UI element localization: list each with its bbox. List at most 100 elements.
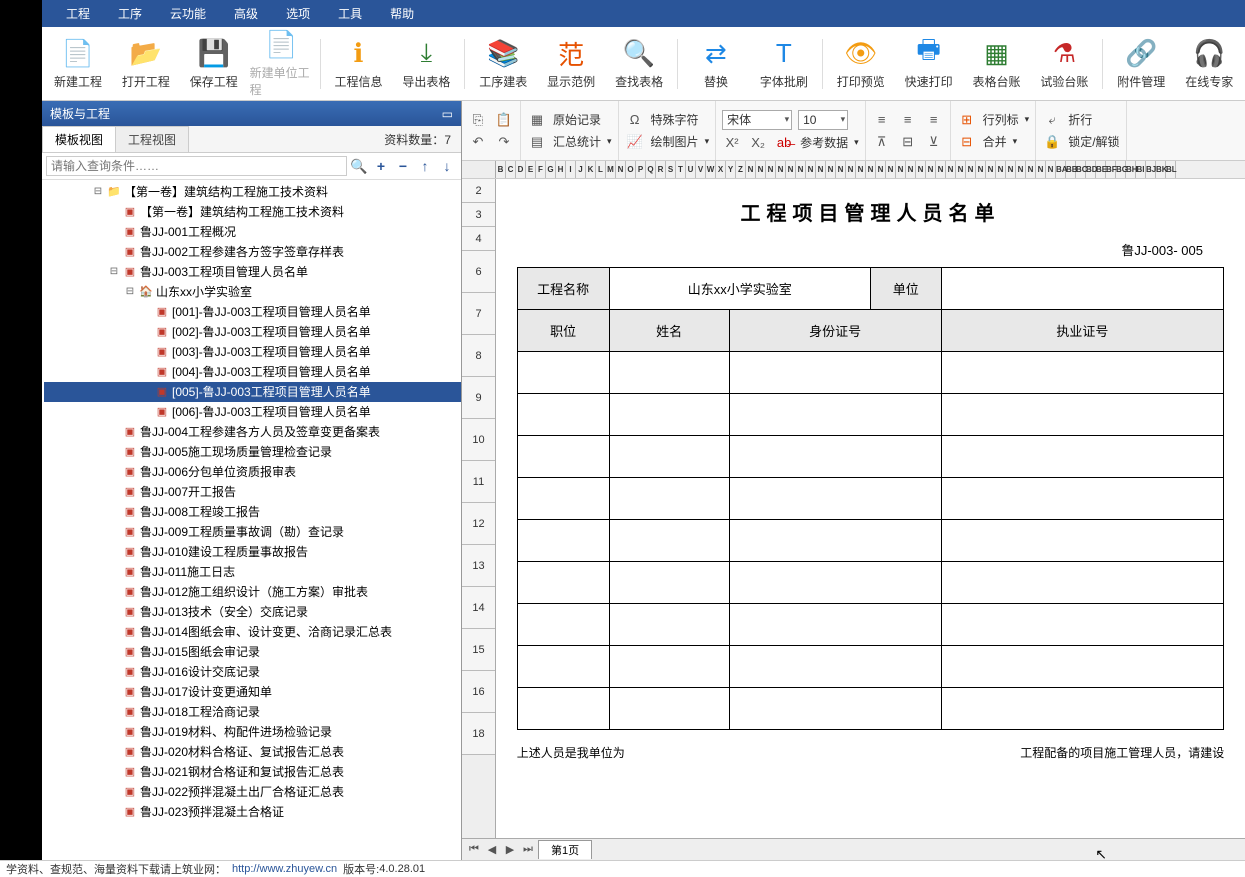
chart-icon[interactable]: 📈 bbox=[625, 133, 645, 151]
cell-project-value[interactable]: 山东xx小学实验室 bbox=[609, 268, 870, 310]
align-center-icon[interactable]: ≡ bbox=[898, 111, 918, 129]
tab-template-view[interactable]: 模板视图 bbox=[42, 126, 116, 152]
ribbon-打印预览[interactable]: 👁打印预览 bbox=[829, 33, 893, 95]
ribbon-附件管理[interactable]: 🔗附件管理 bbox=[1109, 33, 1173, 95]
lock-icon[interactable]: 🔒 bbox=[1042, 133, 1062, 151]
draw-button[interactable]: 绘制图片 bbox=[651, 133, 699, 150]
tree-item[interactable]: ⊟▣鲁JJ-003工程项目管理人员名单 bbox=[44, 262, 461, 282]
subscript-icon[interactable]: X₂ bbox=[748, 134, 768, 152]
wrap-button[interactable]: 折行 bbox=[1068, 111, 1092, 128]
tree-item[interactable]: ▣鲁JJ-013技术（安全）交底记录 bbox=[44, 602, 461, 622]
tree-item[interactable]: ▣鲁JJ-002工程参建各方签字签章存样表 bbox=[44, 242, 461, 262]
undo-icon[interactable]: ↶ bbox=[468, 133, 488, 151]
doc-table[interactable]: 工程名称 山东xx小学实验室 单位 职位 姓名 身份证号 执业证号 bbox=[517, 267, 1225, 730]
tree-item[interactable]: ▣鲁JJ-014图纸会审、设计变更、洽商记录汇总表 bbox=[44, 622, 461, 642]
summary-icon[interactable]: ▤ bbox=[527, 133, 547, 151]
wrap-icon[interactable]: ⤶ bbox=[1042, 111, 1062, 129]
tree-item[interactable]: ▣鲁JJ-006分包单位资质报审表 bbox=[44, 462, 461, 482]
tree-item[interactable]: ▣鲁JJ-008工程竣工报告 bbox=[44, 502, 461, 522]
valign-top-icon[interactable]: ⊼ bbox=[872, 133, 892, 151]
add-icon[interactable]: + bbox=[371, 158, 391, 174]
tree-item[interactable]: ▣鲁JJ-019材料、构配件进场检验记录 bbox=[44, 722, 461, 742]
font-combo[interactable]: 宋体 bbox=[722, 110, 792, 130]
lock-button[interactable]: 锁定/解锁 bbox=[1068, 133, 1119, 150]
superscript-icon[interactable]: X² bbox=[722, 134, 742, 152]
menu-高级[interactable]: 高级 bbox=[220, 5, 272, 22]
special-char-button[interactable]: 特殊字符 bbox=[651, 111, 699, 128]
tab-first-icon[interactable]: ⏮ bbox=[466, 843, 482, 856]
tree-item[interactable]: ▣[001]-鲁JJ-003工程项目管理人员名单 bbox=[44, 302, 461, 322]
tree-item[interactable]: ▣鲁JJ-015图纸会审记录 bbox=[44, 642, 461, 662]
ribbon-显示范例[interactable]: 范显示范例 bbox=[539, 33, 603, 95]
tree-item[interactable]: ▣鲁JJ-018工程洽商记录 bbox=[44, 702, 461, 722]
ribbon-查找表格[interactable]: 🔍查找表格 bbox=[607, 33, 671, 95]
up-icon[interactable]: ↑ bbox=[415, 158, 435, 174]
tab-next-icon[interactable]: ▶ bbox=[502, 843, 518, 856]
rowcol-icon[interactable]: ⊞ bbox=[957, 111, 977, 129]
ribbon-导出表格[interactable]: ⤓导出表格 bbox=[394, 33, 458, 95]
down-icon[interactable]: ↓ bbox=[437, 158, 457, 174]
ribbon-保存工程[interactable]: 💾保存工程 bbox=[182, 33, 246, 95]
tree-item[interactable]: ▣鲁JJ-020材料合格证、复试报告汇总表 bbox=[44, 742, 461, 762]
ribbon-新建工程[interactable]: 📄新建工程 bbox=[46, 33, 110, 95]
panel-collapse-icon[interactable]: ▭ bbox=[442, 107, 453, 121]
tree-view[interactable]: ⊟📁【第一卷】建筑结构工程施工技术资料▣【第一卷】建筑结构工程施工技术资料 ▣鲁J… bbox=[42, 180, 461, 860]
ribbon-替换[interactable]: ⇄替换 bbox=[684, 33, 748, 95]
ribbon-工序建表[interactable]: 📚工序建表 bbox=[471, 33, 535, 95]
ribbon-试验台账[interactable]: ⚗试验台账 bbox=[1032, 33, 1096, 95]
ribbon-工程信息[interactable]: ℹ工程信息 bbox=[327, 33, 391, 95]
ribbon-在线专家[interactable]: 🎧在线专家 bbox=[1177, 33, 1241, 95]
paste-icon[interactable]: 📋 bbox=[494, 111, 514, 129]
expand-icon[interactable]: ⊟ bbox=[92, 183, 104, 201]
align-right-icon[interactable]: ≡ bbox=[924, 111, 944, 129]
tree-item[interactable]: ⊟🏠山东xx小学实验室 bbox=[44, 282, 461, 302]
menu-工具[interactable]: 工具 bbox=[324, 5, 376, 22]
tree-item[interactable]: ⊟📁【第一卷】建筑结构工程施工技术资料 bbox=[44, 182, 461, 202]
tree-item[interactable]: ▣鲁JJ-004工程参建各方人员及签章变更备案表 bbox=[44, 422, 461, 442]
menu-选项[interactable]: 选项 bbox=[272, 5, 324, 22]
search-input[interactable] bbox=[46, 156, 347, 176]
ribbon-字体批刷[interactable]: T字体批刷 bbox=[752, 33, 816, 95]
tree-item[interactable]: ▣鲁JJ-005施工现场质量管理检查记录 bbox=[44, 442, 461, 462]
record-icon[interactable]: ▦ bbox=[527, 111, 547, 129]
tree-item[interactable]: ▣鲁JJ-011施工日志 bbox=[44, 562, 461, 582]
summary-button[interactable]: 汇总统计 bbox=[553, 133, 601, 150]
tree-item[interactable]: ▣鲁JJ-023预拌混凝土合格证 bbox=[44, 802, 461, 822]
tree-item[interactable]: ▣鲁JJ-017设计变更通知单 bbox=[44, 682, 461, 702]
tab-prev-icon[interactable]: ◀ bbox=[484, 843, 500, 856]
expand-icon[interactable]: ⊟ bbox=[108, 263, 120, 281]
ref-data-button[interactable]: 参考数据 bbox=[800, 134, 848, 151]
tab-project-view[interactable]: 工程视图 bbox=[115, 126, 189, 152]
merge-icon[interactable]: ⊟ bbox=[957, 133, 977, 151]
align-left-icon[interactable]: ≡ bbox=[872, 111, 892, 129]
strike-icon[interactable]: ab̶ bbox=[774, 134, 794, 152]
tree-item[interactable]: ▣[003]-鲁JJ-003工程项目管理人员名单 bbox=[44, 342, 461, 362]
tree-item[interactable]: ▣[002]-鲁JJ-003工程项目管理人员名单 bbox=[44, 322, 461, 342]
ribbon-快速打印[interactable]: 🖶快速打印 bbox=[897, 33, 961, 95]
merge-button[interactable]: 合并 bbox=[983, 133, 1007, 150]
raw-record-button[interactable]: 原始记录 bbox=[553, 111, 601, 128]
expand-icon[interactable]: ⊟ bbox=[124, 283, 136, 301]
search-icon[interactable]: 🔍 bbox=[349, 158, 369, 175]
sheet-tab-1[interactable]: 第1页 bbox=[538, 840, 592, 859]
tree-item[interactable]: ▣鲁JJ-009工程质量事故调（勘）查记录 bbox=[44, 522, 461, 542]
ribbon-表格台账[interactable]: ▦表格台账 bbox=[965, 33, 1029, 95]
remove-icon[interactable]: − bbox=[393, 158, 413, 174]
tree-item[interactable]: ▣鲁JJ-010建设工程质量事故报告 bbox=[44, 542, 461, 562]
tree-item[interactable]: ▣鲁JJ-016设计交底记录 bbox=[44, 662, 461, 682]
tree-item[interactable]: ▣鲁JJ-021钢材合格证和复试报告汇总表 bbox=[44, 762, 461, 782]
valign-bot-icon[interactable]: ⊻ bbox=[924, 133, 944, 151]
tree-item[interactable]: ▣鲁JJ-022预拌混凝土出厂合格证汇总表 bbox=[44, 782, 461, 802]
tree-item[interactable]: ▣鲁JJ-007开工报告 bbox=[44, 482, 461, 502]
menu-云功能[interactable]: 云功能 bbox=[156, 5, 220, 22]
menu-帮助[interactable]: 帮助 bbox=[376, 5, 428, 22]
redo-icon[interactable]: ↷ bbox=[494, 133, 514, 151]
omega-icon[interactable]: Ω bbox=[625, 111, 645, 129]
rowcol-button[interactable]: 行列标 bbox=[983, 111, 1019, 128]
menu-工程[interactable]: 工程 bbox=[52, 5, 104, 22]
tab-last-icon[interactable]: ⏭ bbox=[520, 843, 536, 856]
menu-工序[interactable]: 工序 bbox=[104, 5, 156, 22]
cell-unit-value[interactable] bbox=[941, 268, 1224, 310]
tree-item[interactable]: ▣[004]-鲁JJ-003工程项目管理人员名单 bbox=[44, 362, 461, 382]
tree-item[interactable]: ▣【第一卷】建筑结构工程施工技术资料 bbox=[44, 202, 461, 222]
